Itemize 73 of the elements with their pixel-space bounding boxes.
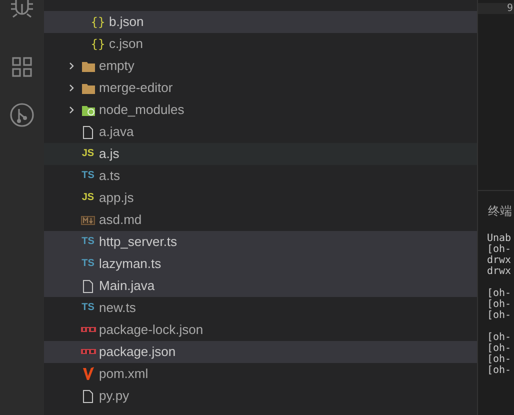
file-name: c.json <box>109 35 143 54</box>
npm-icon <box>80 349 96 355</box>
file-name: node_modules <box>99 101 184 120</box>
folder-icon <box>82 104 94 116</box>
terminal-line: [oh- <box>487 310 512 321</box>
terminal-line: [oh- <box>487 299 512 310</box>
file-name: a.ts <box>99 167 120 186</box>
chevron-right-icon <box>69 62 75 70</box>
file-name: Main.java <box>99 277 155 296</box>
file-name: package.json <box>99 343 176 362</box>
chevron-right-icon <box>69 106 75 114</box>
file-tree-item[interactable]: TS new.ts <box>44 297 477 319</box>
folder-icon <box>82 60 94 72</box>
folder-icon <box>82 82 94 94</box>
file-tree-item[interactable]: Main.java <box>44 275 477 297</box>
ts-icon: TS <box>82 259 94 269</box>
file-tree-item[interactable]: merge-editor <box>44 77 477 99</box>
terminal-line: [oh- <box>487 354 512 365</box>
file-icon <box>83 126 93 138</box>
file-tree-item[interactable]: pom.xml <box>44 363 477 385</box>
file-name: lazyman.ts <box>99 255 162 274</box>
terminal-line: drwx <box>487 266 512 277</box>
source-control-icon[interactable] <box>10 103 34 127</box>
terminal-line: [oh- <box>487 288 512 299</box>
terminal-line: [oh- <box>487 343 512 354</box>
terminal-line: [oh- <box>487 365 512 376</box>
file-tree-item[interactable]: asd.md <box>44 209 477 231</box>
terminal-line: drwx <box>487 255 512 266</box>
file-name: package-lock.json <box>99 321 204 340</box>
file-tree-item[interactable]: a.java <box>44 121 477 143</box>
file-name: empty <box>99 57 134 76</box>
bug-icon[interactable] <box>9 0 35 18</box>
extensions-icon[interactable] <box>12 57 32 77</box>
markdown-icon <box>81 216 95 224</box>
file-name: merge-editor <box>99 79 173 98</box>
file-tree-item[interactable]: py.py <box>44 385 477 407</box>
terminal-line: [oh- <box>487 244 512 255</box>
line-number: 9 <box>478 3 514 14</box>
file-icon <box>83 280 93 292</box>
ts-icon: TS <box>82 237 94 247</box>
terminal-line: Unab <box>487 233 512 244</box>
ts-icon: TS <box>82 303 94 313</box>
npm-icon <box>80 327 96 333</box>
chevron-right-icon <box>69 84 75 92</box>
file-name: py.py <box>99 387 130 406</box>
file-tree-item[interactable]: TS lazyman.ts <box>44 253 477 275</box>
file-tree-item[interactable]: TS http_server.ts <box>44 231 477 253</box>
file-tree-item[interactable]: {} c.json <box>44 33 477 55</box>
file-tree-item[interactable]: package-lock.json <box>44 319 477 341</box>
file-tree-item[interactable]: TS a.ts <box>44 165 477 187</box>
terminal-tab[interactable]: 终端 <box>488 202 512 220</box>
js-icon: JS <box>82 149 94 159</box>
file-tree-item[interactable]: JS a.js <box>44 143 477 165</box>
file-tree-item[interactable]: {} b.json <box>44 11 477 33</box>
file-name: a.java <box>99 123 134 142</box>
file-name: b.json <box>109 13 144 32</box>
file-tree-item[interactable]: node_modules <box>44 99 477 121</box>
braces-icon: {} <box>90 16 106 28</box>
js-icon: JS <box>82 193 94 203</box>
braces-icon: {} <box>90 38 106 50</box>
terminal-line: [oh- <box>487 332 512 343</box>
file-tree-item[interactable]: empty <box>44 55 477 77</box>
file-name: a.js <box>99 145 120 164</box>
maven-icon <box>82 367 94 381</box>
file-icon <box>83 390 93 402</box>
file-name: new.ts <box>99 299 136 318</box>
file-name: app.js <box>99 189 134 208</box>
file-name: http_server.ts <box>99 233 178 252</box>
file-name: pom.xml <box>99 365 148 384</box>
ts-icon: TS <box>82 171 94 181</box>
file-tree-item[interactable]: package.json <box>44 341 477 363</box>
file-tree-item[interactable]: JS app.js <box>44 187 477 209</box>
file-name: asd.md <box>99 211 142 230</box>
